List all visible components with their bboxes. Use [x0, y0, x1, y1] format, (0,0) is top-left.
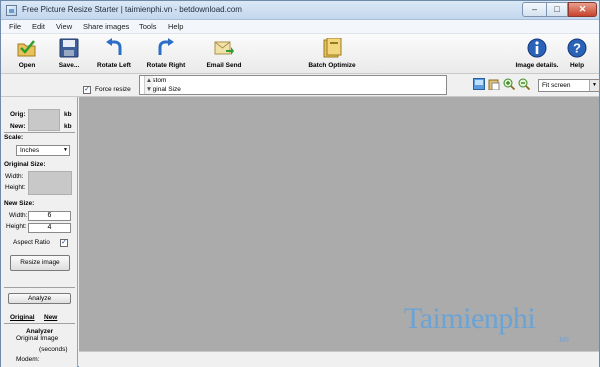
app-window: Free Picture Resize Starter | taimienphi…: [0, 0, 600, 367]
info-icon: [527, 38, 547, 58]
aspect-ratio-label: Aspect Ratio: [13, 239, 50, 246]
analyzer-seconds-label: (seconds): [39, 346, 68, 353]
watermark-suffix: .vn: [557, 334, 570, 344]
svg-text:?: ?: [573, 41, 581, 56]
rotate-left-button[interactable]: Rotate Left: [93, 36, 135, 72]
chevron-down-icon: ▼: [589, 80, 599, 91]
menu-file[interactable]: File: [9, 22, 21, 31]
new-size-title: New Size:: [4, 200, 35, 207]
image-details-button[interactable]: Image details.: [512, 36, 562, 72]
image-details-label: Image details.: [515, 62, 559, 69]
tab-original[interactable]: Original: [10, 314, 35, 321]
menu-bar: File Edit View Share images Tools Help: [1, 20, 599, 34]
save-label: Save...: [58, 62, 80, 69]
save-disk-icon: [59, 38, 79, 58]
left-panel: Orig: kb New: kb Scale: Inches ▼ Origina…: [1, 97, 78, 367]
orig-label: Orig:: [10, 111, 26, 118]
help-button[interactable]: ? Help: [563, 36, 591, 72]
save-button[interactable]: Save...: [53, 36, 85, 72]
orig-unit: kb: [64, 111, 72, 118]
tab-divider: [4, 323, 75, 324]
original-size-box: [28, 171, 72, 195]
preset-list-scrollbar[interactable]: ▲ ▼: [144, 76, 153, 94]
analyze-button[interactable]: Analyze: [8, 293, 71, 304]
original-height-label: Height:: [5, 184, 26, 191]
menu-tools[interactable]: Tools: [139, 22, 157, 31]
chevron-down-icon: ▼: [63, 147, 68, 153]
new-width-input[interactable]: 6: [28, 211, 71, 221]
open-label: Open: [18, 62, 36, 69]
aspect-ratio-checkbox[interactable]: ✓: [60, 239, 68, 247]
rotate-left-icon: [106, 38, 122, 55]
rotate-left-label: Rotate Left: [97, 62, 131, 69]
options-bar: ✓ Force resize Custom Original Size ▲ ▼ F…: [1, 74, 600, 97]
close-button[interactable]: ✕: [568, 2, 597, 17]
scale-select[interactable]: Inches ▼: [16, 145, 70, 156]
image-view-icon[interactable]: [473, 78, 485, 90]
resize-image-button[interactable]: Resize image: [10, 255, 70, 271]
force-resize-label: Force resize: [95, 86, 131, 93]
zoom-out-icon[interactable]: [518, 78, 530, 90]
menu-view[interactable]: View: [56, 22, 72, 31]
menu-share-images[interactable]: Share images: [83, 22, 129, 31]
batch-optimize-label: Batch Optimize: [308, 62, 356, 69]
clipboard-paste-icon[interactable]: [488, 78, 500, 90]
divider: [4, 132, 75, 133]
new-label: New:: [10, 123, 26, 130]
batch-optimize-button[interactable]: Batch Optimize: [304, 36, 360, 72]
open-button[interactable]: Open: [9, 36, 45, 72]
zoom-in-icon[interactable]: [503, 78, 515, 90]
email-send-icon: [214, 41, 234, 55]
maximize-button[interactable]: □: [546, 2, 568, 17]
email-send-button[interactable]: Email Send: [201, 36, 247, 72]
analyzer-image-label: Original Image: [16, 335, 59, 342]
analyzer-title: Analyzer: [26, 328, 54, 335]
new-unit: kb: [64, 123, 72, 130]
rotate-right-label: Rotate Right: [146, 62, 186, 69]
help-label: Help: [569, 62, 585, 69]
help-question-icon: ?: [567, 38, 587, 58]
force-resize-checkbox[interactable]: ✓: [83, 86, 91, 94]
rotate-right-icon: [158, 38, 174, 55]
toolbar: Open Save... Rotate Left Rotate Right Em…: [1, 34, 599, 74]
title-bar: Free Picture Resize Starter | taimienphi…: [1, 1, 599, 20]
modem-label: Modem:: [16, 356, 40, 363]
original-width-label: Width:: [5, 173, 24, 180]
divider: [4, 287, 75, 288]
minimize-button[interactable]: –: [522, 2, 546, 17]
open-folder-icon: [17, 40, 36, 57]
new-height-input[interactable]: 4: [28, 223, 71, 233]
app-icon: [6, 5, 17, 16]
status-bar: [79, 351, 599, 367]
rotate-right-button[interactable]: Rotate Right: [142, 36, 190, 72]
watermark-logo: Taimienphi: [404, 302, 536, 335]
file-size-box: [28, 109, 60, 131]
fit-screen-value: Fit screen: [542, 82, 571, 89]
fit-screen-select[interactable]: Fit screen ▼: [538, 79, 600, 92]
batch-optimize-icon: [323, 38, 342, 58]
window-title: Free Picture Resize Starter | taimienphi…: [22, 5, 242, 14]
menu-help[interactable]: Help: [168, 22, 183, 31]
email-send-label: Email Send: [206, 62, 242, 69]
preset-list[interactable]: Custom Original Size ▲ ▼: [139, 75, 447, 95]
tab-new[interactable]: New: [44, 314, 57, 321]
scale-value: Inches: [20, 147, 40, 154]
new-width-label: Width:: [9, 212, 28, 219]
scale-label: Scale:: [4, 134, 24, 141]
new-height-label: Height:: [6, 223, 27, 230]
original-size-title: Original Size:: [4, 161, 46, 168]
menu-edit[interactable]: Edit: [32, 22, 45, 31]
